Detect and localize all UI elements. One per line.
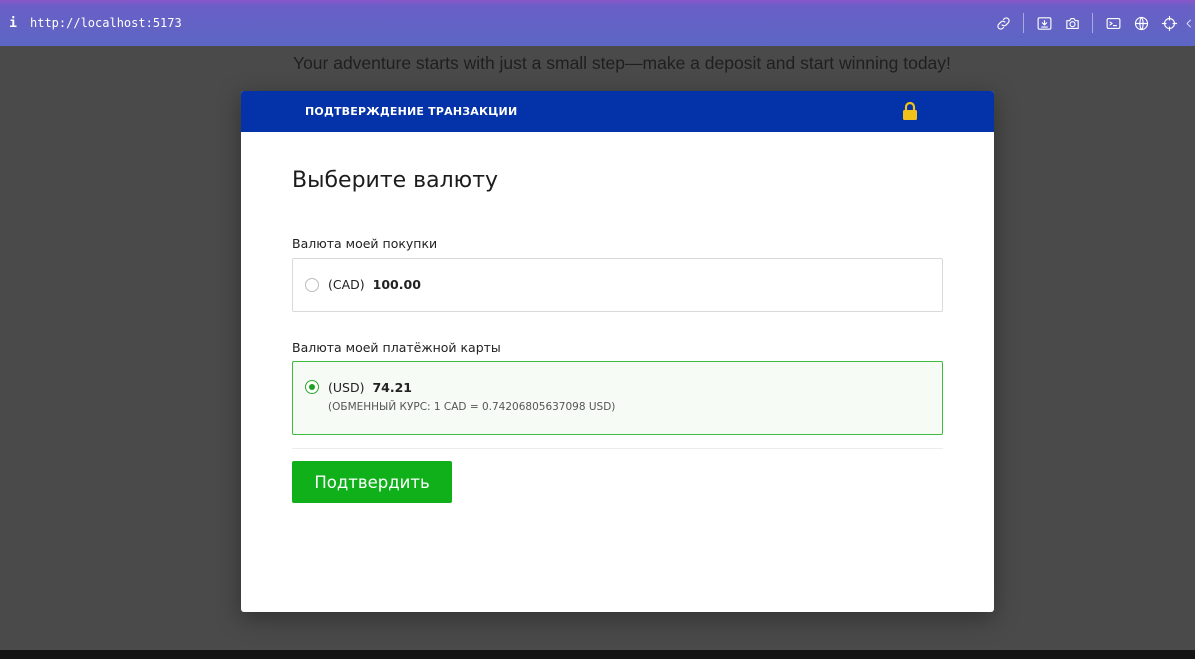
currency-option-cad[interactable]: (CAD) 100.00 — [292, 258, 943, 312]
url-text[interactable]: http://localhost:5173 — [30, 16, 182, 30]
form-divider — [292, 448, 943, 449]
terminal-icon[interactable] — [1099, 0, 1127, 46]
link-icon[interactable] — [989, 0, 1017, 46]
confirm-button[interactable]: Подтвердить — [292, 461, 452, 503]
crosshair-icon[interactable] — [1155, 0, 1183, 46]
toolbar-tools — [989, 0, 1195, 46]
transaction-modal: ПОДТВЕРЖДЕНИЕ ТРАНЗАКЦИИ Выберите валюту… — [241, 91, 994, 612]
purchase-currency-label: Валюта моей покупки — [292, 236, 438, 251]
option-cad-amount: 100.00 — [372, 277, 421, 292]
browser-toolbar: i http://localhost:5173 — [0, 0, 1195, 46]
toolbar-divider — [1023, 13, 1024, 33]
option-usd-amount: 74.21 — [372, 380, 412, 395]
option-usd-currency: (USD) — [328, 380, 365, 395]
toolbar-divider — [1092, 13, 1093, 33]
option-cad-currency: (CAD) — [328, 277, 365, 292]
camera-icon[interactable] — [1058, 0, 1086, 46]
modal-title: ПОДТВЕРЖДЕНИЕ ТРАНЗАКЦИИ — [305, 105, 518, 118]
download-icon[interactable] — [1030, 0, 1058, 46]
currency-option-usd[interactable]: (USD) 74.21 (ОБМЕННЫЙ КУРС: 1 CAD = 0.74… — [292, 361, 943, 435]
option-usd-text: (USD) 74.21 — [328, 380, 412, 395]
info-icon[interactable]: i — [2, 16, 24, 31]
radio-cad[interactable] — [305, 278, 319, 292]
option-cad-text: (CAD) 100.00 — [328, 277, 421, 292]
card-currency-label: Валюта моей платёжной карты — [292, 340, 501, 355]
page-tagline: Your adventure starts with just a small … — [293, 53, 951, 73]
globe-icon[interactable] — [1127, 0, 1155, 46]
chevron-left-icon[interactable] — [1183, 0, 1195, 46]
radio-selected-dot — [309, 384, 315, 390]
lock-icon — [903, 101, 917, 120]
exchange-rate: (ОБМЕННЫЙ КУРС: 1 CAD = 0.74206805637098… — [328, 401, 616, 413]
bottom-bar — [0, 650, 1195, 659]
modal-header: ПОДТВЕРЖДЕНИЕ ТРАНЗАКЦИИ — [241, 91, 994, 132]
radio-usd[interactable] — [305, 380, 319, 394]
currency-heading: Выберите валюту — [292, 168, 499, 193]
